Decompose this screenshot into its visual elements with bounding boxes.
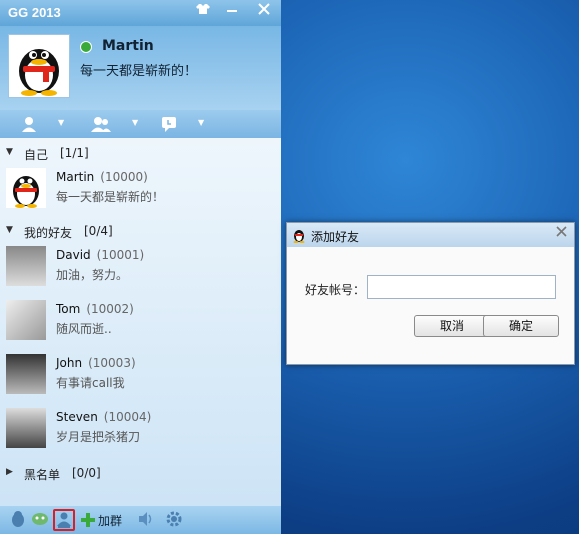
- sound-icon[interactable]: [137, 510, 157, 530]
- collapse-triangle-icon[interactable]: ▶: [6, 467, 13, 477]
- group-name: 黑名单: [24, 468, 61, 482]
- profile-name: Martin: [102, 38, 154, 54]
- chevron-down-icon[interactable]: ▼: [58, 118, 64, 127]
- avatar: [6, 354, 46, 394]
- contact-name: John (10003): [56, 356, 136, 370]
- tab-friends[interactable]: ▼: [8, 114, 68, 134]
- add-friend-dialog: 添加好友 好友帐号： 取消 确定: [286, 222, 575, 365]
- add-group-button[interactable]: [80, 510, 100, 530]
- main-window: GG 2013 Martin 每一天都是崭新的！ ▼ ▼ ▼ ▼ 自己 [1/1…: [0, 0, 281, 534]
- bottom-toolbar: 加群: [0, 506, 281, 534]
- chat-bubble-icon: [162, 117, 176, 132]
- contact-name: Martin (10000): [56, 170, 148, 184]
- list-item[interactable]: Steven (10004) 岁月是把杀猪刀: [0, 404, 281, 456]
- expand-triangle-icon[interactable]: ▼: [6, 147, 13, 157]
- group-header-blacklist[interactable]: ▶ 黑名单 [0/0]: [0, 462, 281, 484]
- user-icon: [22, 117, 36, 132]
- contact-tabs: ▼ ▼ ▼: [0, 110, 281, 138]
- group-icon: [91, 117, 111, 132]
- group-count: [0/0]: [72, 466, 101, 480]
- app-title: GG 2013: [8, 5, 61, 20]
- message-box-icon[interactable]: [31, 510, 51, 530]
- contact-name: David (10001): [56, 248, 145, 262]
- avatar: [6, 168, 46, 208]
- dialog-body: 好友帐号： 取消 确定: [287, 247, 574, 364]
- contact-name: Steven (10004): [56, 410, 152, 424]
- group-header-self[interactable]: ▼ 自己 [1/1]: [0, 142, 281, 164]
- confirm-button[interactable]: 确定: [483, 315, 559, 337]
- contact-name: Tom (10002): [56, 302, 134, 316]
- contact-signature: 加油，努力。: [56, 268, 129, 282]
- list-item[interactable]: John (10003) 有事请call我: [0, 350, 281, 402]
- gear-icon[interactable]: [165, 510, 185, 530]
- minimize-icon[interactable]: [222, 3, 242, 21]
- expand-triangle-icon[interactable]: ▼: [6, 225, 13, 235]
- online-status-icon[interactable]: [80, 41, 92, 53]
- contact-signature: 有事请call我: [56, 376, 125, 390]
- profile-signature[interactable]: 每一天都是崭新的！: [80, 60, 197, 79]
- avatar: [6, 246, 46, 286]
- skin-icon[interactable]: [193, 3, 213, 21]
- chevron-down-icon[interactable]: ▼: [132, 118, 138, 127]
- close-icon[interactable]: [254, 3, 274, 21]
- list-item[interactable]: Tom (10002) 随风而逝..: [0, 296, 281, 348]
- list-item[interactable]: David (10001) 加油，努力。: [0, 242, 281, 294]
- dialog-title-bar[interactable]: 添加好友: [287, 223, 574, 247]
- qq-penguin-icon[interactable]: [10, 510, 30, 530]
- title-bar[interactable]: GG 2013: [0, 0, 281, 26]
- contact-signature: 随风而逝..: [56, 322, 112, 336]
- close-icon[interactable]: [552, 225, 570, 243]
- tab-recent[interactable]: ▼: [148, 114, 208, 134]
- friend-account-input[interactable]: [367, 275, 556, 299]
- add-group-label[interactable]: 加群: [98, 512, 122, 529]
- group-count: [1/1]: [60, 146, 89, 160]
- group-header-friends[interactable]: ▼ 我的好友 [0/4]: [0, 220, 281, 242]
- group-count: [0/4]: [84, 224, 113, 238]
- cancel-button[interactable]: 取消: [414, 315, 490, 337]
- avatar[interactable]: [8, 34, 70, 98]
- qq-penguin-icon: [292, 227, 306, 246]
- avatar: [6, 300, 46, 340]
- contact-signature: 每一天都是崭新的！: [56, 190, 165, 204]
- list-item[interactable]: Martin (10000) 每一天都是崭新的！: [0, 164, 281, 216]
- tab-groups[interactable]: ▼: [78, 114, 138, 134]
- chevron-down-icon[interactable]: ▼: [198, 118, 204, 127]
- account-label: 好友帐号：: [305, 283, 366, 297]
- avatar: [6, 408, 46, 448]
- profile-panel: Martin 每一天都是崭新的！: [0, 26, 281, 110]
- group-name: 我的好友: [24, 226, 73, 240]
- contact-signature: 岁月是把杀猪刀: [56, 430, 141, 444]
- add-friend-icon[interactable]: [53, 509, 75, 531]
- group-name: 自己: [24, 148, 49, 162]
- dialog-title: 添加好友: [311, 230, 360, 244]
- plus-icon: [81, 513, 95, 527]
- contact-list: ▼ 自己 [1/1] Martin (10000) 每一天都是崭新的！ ▼ 我的好: [0, 138, 281, 506]
